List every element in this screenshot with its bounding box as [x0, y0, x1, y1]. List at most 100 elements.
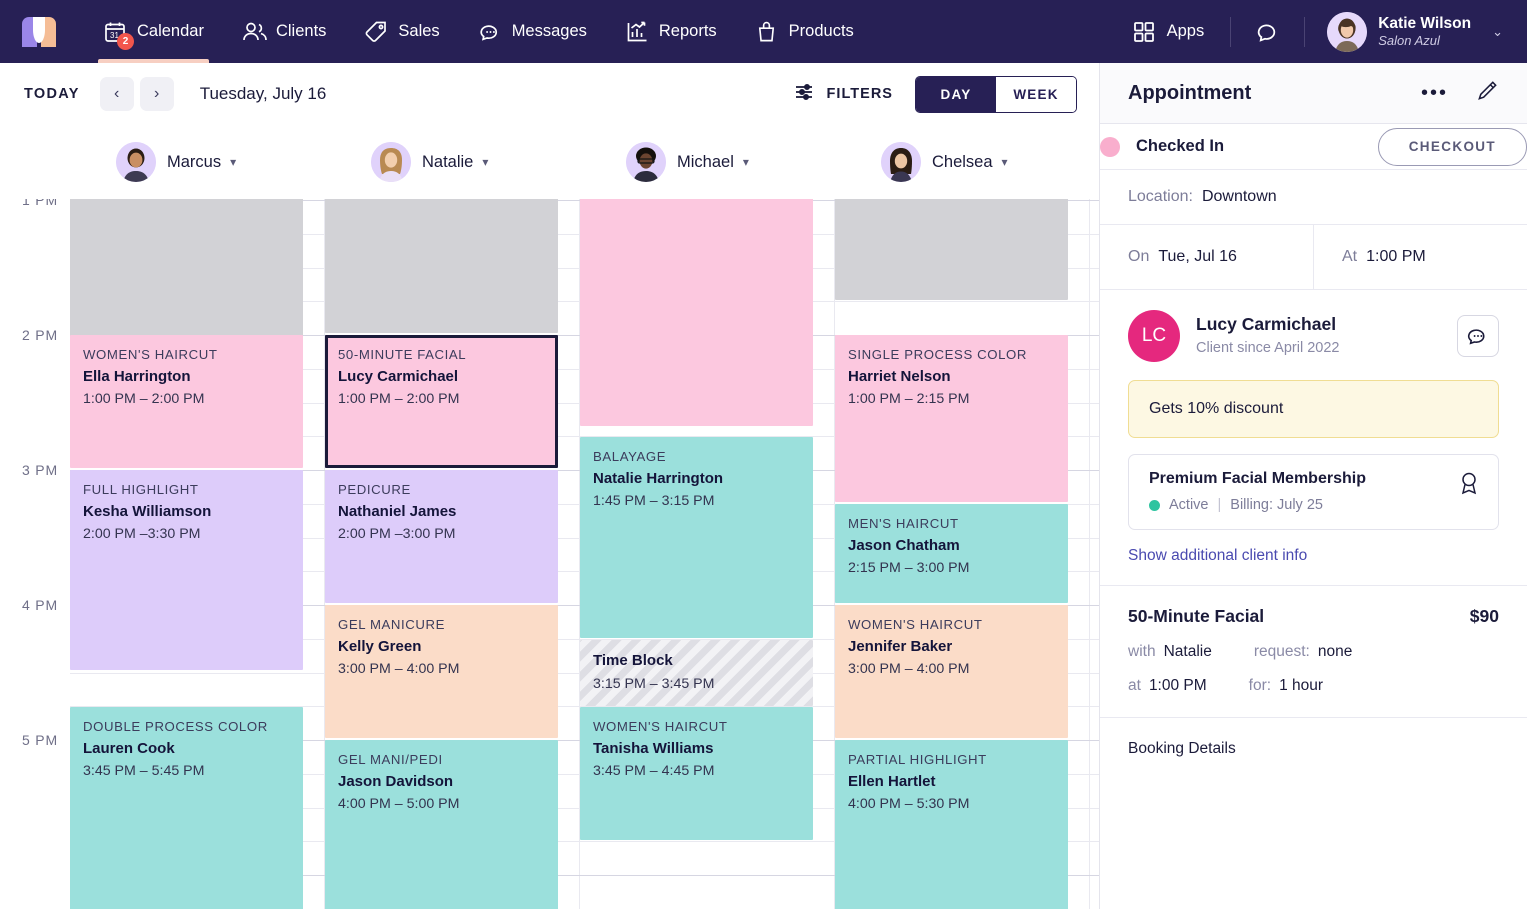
hour-label: 1 PM [21, 199, 58, 208]
time-block[interactable]: Time Block 3:15 PM – 3:45 PM [580, 640, 813, 706]
staff-name: Marcus [167, 152, 222, 171]
staff-name: Chelsea [932, 152, 993, 171]
membership-card[interactable]: Premium Facial Membership Active | Billi… [1128, 454, 1499, 530]
previous-day-button[interactable]: ‹ [99, 77, 134, 111]
appointment-block[interactable]: WOMEN'S HAIRCUT Tanisha Williams 3:45 PM –… [580, 707, 813, 840]
appointment-block[interactable]: BALAYAGE Natalie Harrington 1:45 PM – 3:15… [580, 437, 813, 638]
appointment-block[interactable]: DOUBLE PROCESS COLORAbbey Bauch12:00 PM … [580, 199, 813, 426]
status-dot-icon [1100, 136, 1120, 157]
view-toggle-day[interactable]: DAY [916, 76, 996, 112]
location-row: Location: Downtown [1100, 170, 1527, 225]
appointment-block[interactable]: PEDICURE Nathaniel James 2:00 PM –3:00 PM [325, 470, 558, 603]
appointment-time: 3:00 PM – 4:00 PM [338, 661, 460, 678]
membership-billing: Billing: July 25 [1230, 497, 1323, 513]
client-since: Client since April 2022 [1196, 340, 1340, 357]
nav-item-messages[interactable]: Messages [459, 0, 606, 63]
appointment-time: 3:45 PM – 5:45 PM [83, 763, 205, 780]
calendar-pane: TODAY ‹ › Tuesday, July 16 FILTERS DAY W… [0, 63, 1100, 909]
nav-item-clients[interactable]: Clients [223, 0, 345, 63]
service-provider-line: with Natalie request: none [1128, 643, 1499, 661]
nav-item-sales[interactable]: Sales [345, 0, 458, 63]
appointment-client: Kesha Williamson [83, 502, 212, 520]
appointment-block[interactable]: FULL HIGHLIGHT Kesha Williamson 2:00 PM –3… [70, 470, 303, 670]
appointment-service: DOUBLE PROCESS COLOR [83, 719, 268, 734]
staff-name-dropdown[interactable]: Chelsea ▾ [932, 153, 1008, 172]
appointment-date-cell[interactable]: On Tue, Jul 16 [1100, 225, 1313, 289]
nav-right-cluster: Apps Katie Wilson Salon Azul ⌄ [1116, 0, 1527, 63]
nav-item-reports[interactable]: Reports [606, 0, 736, 63]
appointment-service: GEL MANI/PEDI [338, 752, 443, 767]
appointment-client: Nathaniel James [338, 502, 457, 520]
staff-name: Michael [677, 152, 734, 171]
appointment-time: 2:15 PM – 3:00 PM [848, 560, 970, 577]
message-client-button[interactable] [1457, 315, 1499, 357]
view-toggle-week[interactable]: WEEK [996, 76, 1076, 112]
appointment-block[interactable]: PARTIAL HIGHLIGHT Ellen Hartlet 4:00 PM – … [835, 740, 1068, 909]
panel-header: Appointment ••• [1100, 63, 1527, 124]
appointment-block[interactable]: DOUBLE PROCESS COLOR Lauren Cook 3:45 PM –… [70, 707, 303, 909]
appointment-block[interactable]: SINGLE PROCESS COLOR Harriet Nelson 1:00 P… [835, 335, 1068, 502]
user-menu[interactable]: Katie Wilson Salon Azul ⌄ [1315, 11, 1503, 52]
service-name: 50-Minute Facial [1128, 606, 1265, 626]
nav-item-calendar[interactable]: 31 2 Calendar [84, 0, 223, 63]
appointment-client: Tanisha Williams [593, 739, 714, 757]
service-at-label: at [1128, 677, 1141, 694]
calendar-columns: WOMEN'S HAIRCUTLaura Johnson12:00 PM – 1… [70, 199, 1099, 909]
shopping-bag-icon [755, 20, 779, 44]
chevron-down-icon: ▾ [230, 155, 237, 169]
current-date-label: Tuesday, July 16 [199, 84, 327, 103]
appointment-block[interactable]: WOMEN'S HAIRCUT Ella Harrington 1:00 PM – … [70, 335, 303, 468]
date-nav-buttons: ‹ › [99, 77, 174, 111]
checkout-button[interactable]: CHECKOUT [1377, 127, 1527, 166]
on-value: Tue, Jul 16 [1158, 248, 1237, 265]
panel-title: Appointment [1128, 81, 1252, 104]
service-time-line: at 1:00 PM for: 1 hour [1128, 677, 1499, 695]
appointment-service: PEDICURE [338, 482, 411, 497]
staff-name-dropdown[interactable]: Marcus ▾ [167, 153, 236, 172]
appointment-block[interactable]: MEN'S HAIRCUTMatthew Hammer12:00 PM – 12… [835, 199, 1068, 300]
appointment-block[interactable]: 50-MINUTE FACIAL Lucy Carmichael 1:00 PM –… [325, 335, 558, 468]
appointment-time: 1:00 PM – 2:15 PM [848, 391, 970, 408]
apps-button[interactable]: Apps [1116, 20, 1221, 44]
today-button[interactable]: TODAY [24, 86, 80, 102]
appointment-block[interactable]: GEL MANI/PEDI Jason Davidson 4:00 PM – 5:0… [325, 740, 558, 909]
service-for-label: for: [1248, 677, 1272, 694]
appointment-block[interactable]: 50-MINUTE FACIALTeresa Marion12:00 PM – … [325, 199, 558, 333]
hour-label: 5 PM [21, 732, 58, 748]
staff-name-dropdown[interactable]: Michael ▾ [677, 153, 749, 172]
chat-button[interactable] [1241, 19, 1294, 44]
nav-divider-1 [1230, 16, 1232, 47]
membership-status: Active [1169, 497, 1209, 513]
appointment-time: 3:15 PM – 3:45 PM [593, 675, 715, 692]
next-day-button[interactable]: › [139, 77, 174, 111]
more-options-icon[interactable]: ••• [1421, 83, 1448, 103]
staff-avatar [116, 142, 156, 182]
at-value: 1:00 PM [1366, 248, 1426, 265]
service-at-value: 1:00 PM [1148, 677, 1207, 694]
client-summary-row[interactable]: LC Lucy Carmichael Client since April 20… [1128, 310, 1499, 362]
ribbon-award-icon [1458, 471, 1480, 500]
appointment-block[interactable]: GEL MANICURE Kelly Green 3:00 PM – 4:00 PM [325, 605, 558, 738]
service-section: 50-Minute Facial $90 with Natalie reques… [1100, 585, 1527, 718]
calendar-grid: WOMEN'S HAIRCUTLaura Johnson12:00 PM – 1… [0, 199, 1099, 909]
nav-item-products[interactable]: Products [736, 0, 873, 63]
appointment-client: Natalie Harrington [593, 469, 724, 487]
appointment-service: MEN'S HAIRCUT [848, 516, 959, 531]
filters-button[interactable]: FILTERS [794, 82, 893, 106]
appointment-time-cell[interactable]: At 1:00 PM [1313, 225, 1527, 289]
appointment-time: 2:00 PM –3:30 PM [83, 526, 201, 543]
appointment-client: Time Block [593, 652, 673, 669]
chevron-down-icon[interactable]: ⌄ [1492, 24, 1503, 40]
nav-item-label: Sales [398, 22, 440, 40]
appointment-block[interactable]: MEN'S HAIRCUT Jason Chatham 2:15 PM – 3:00… [835, 504, 1068, 603]
appointment-client: Jennifer Baker [848, 637, 953, 655]
primary-nav-items: 31 2 Calendar Clients Sales Messages Reports Pr… [84, 0, 873, 63]
edit-pencil-icon[interactable] [1476, 79, 1499, 107]
staff-name: Natalie [422, 152, 474, 171]
apps-grid-icon [1132, 20, 1156, 44]
booking-details-link[interactable]: Booking Details [1100, 718, 1527, 780]
show-additional-client-info-link[interactable]: Show additional client info [1128, 547, 1499, 565]
appointment-block[interactable]: WOMEN'S HAIRCUT Jennifer Baker 3:00 PM – 4… [835, 605, 1068, 738]
app-logo[interactable] [22, 16, 56, 47]
staff-name-dropdown[interactable]: Natalie ▾ [422, 153, 488, 172]
